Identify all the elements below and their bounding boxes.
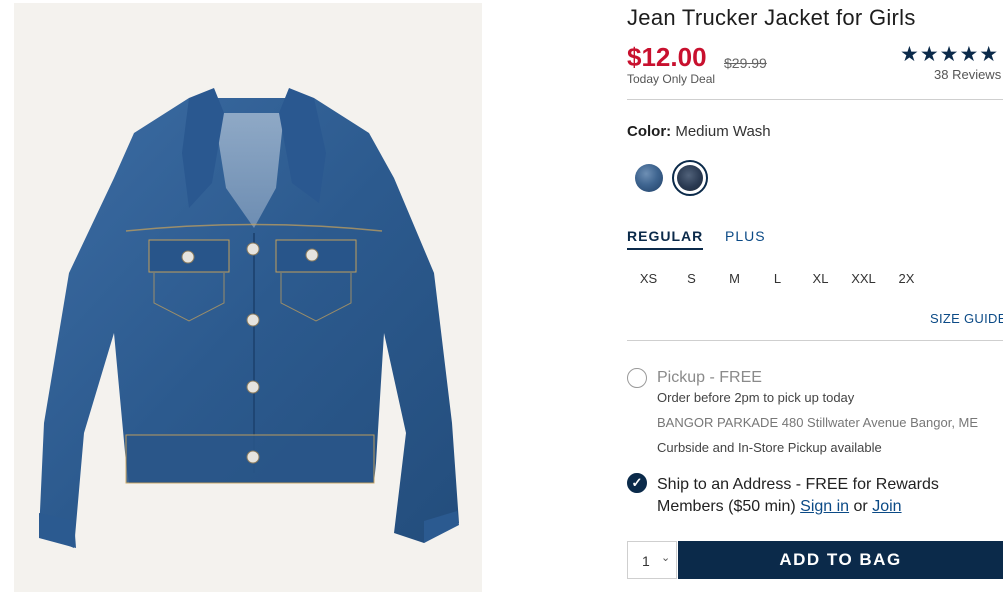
or-text: or bbox=[849, 498, 873, 515]
color-label: Color: bbox=[627, 123, 672, 140]
size-option[interactable]: 2X bbox=[885, 271, 928, 286]
reviews-link[interactable]: 38 Reviews bbox=[934, 67, 1001, 82]
sign-in-link[interactable]: Sign in bbox=[800, 498, 849, 515]
sale-price: $12.00 bbox=[627, 42, 707, 72]
quantity-value: 1 bbox=[642, 553, 650, 569]
pickup-radio[interactable] bbox=[627, 368, 647, 388]
join-link[interactable]: Join bbox=[872, 498, 901, 515]
ship-label: Ship to an Address - FREE for Rewards Me… bbox=[657, 474, 987, 518]
size-option[interactable]: S bbox=[670, 271, 713, 286]
pickup-order-note: Order before 2pm to pick up today bbox=[657, 390, 855, 405]
size-option[interactable]: L bbox=[756, 271, 799, 286]
size-guide-link[interactable]: SIZE GUIDE bbox=[930, 311, 1003, 326]
product-title: Jean Trucker Jacket for Girls bbox=[627, 5, 916, 30]
pickup-availability: Curbside and In-Store Pickup available bbox=[657, 440, 882, 455]
size-option[interactable]: XL bbox=[799, 271, 842, 286]
color-selection: Color: Medium Wash bbox=[627, 123, 771, 140]
size-option[interactable]: M bbox=[713, 271, 756, 286]
tab-plus[interactable]: PLUS bbox=[725, 228, 766, 244]
tab-regular[interactable]: REGULAR bbox=[627, 228, 704, 250]
chevron-down-icon: ⌄ bbox=[661, 552, 671, 564]
rating-stars-icon[interactable]: ★★★★★ bbox=[900, 42, 1003, 67]
divider bbox=[627, 99, 1003, 100]
size-option[interactable]: XXL bbox=[842, 271, 885, 286]
deal-label: Today Only Deal bbox=[627, 72, 716, 86]
size-options: XS S M L XL XXL 2X bbox=[627, 271, 928, 286]
product-image bbox=[14, 3, 482, 592]
ship-radio-checked[interactable]: ✓ bbox=[627, 473, 647, 493]
denim-jacket-image bbox=[39, 88, 459, 548]
quantity-select[interactable]: 1 ⌄ bbox=[627, 541, 677, 579]
color-value: Medium Wash bbox=[675, 123, 771, 140]
medium-wash-swatch[interactable] bbox=[677, 165, 703, 191]
dark-wash-swatch[interactable] bbox=[635, 164, 663, 192]
original-price: $29.99 bbox=[724, 55, 767, 71]
divider bbox=[627, 340, 1003, 341]
pickup-store: BANGOR PARKADE 480 Stillwater Avenue Ban… bbox=[657, 415, 979, 430]
pickup-label: Pickup - FREE bbox=[657, 369, 762, 386]
size-option[interactable]: XS bbox=[627, 271, 670, 286]
add-to-bag-button[interactable]: ADD TO BAG bbox=[678, 541, 1003, 579]
